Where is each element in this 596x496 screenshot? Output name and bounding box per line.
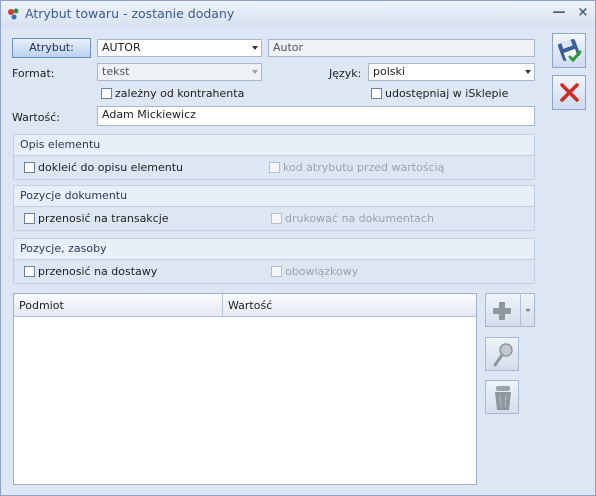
attribute-name-field: Autor bbox=[268, 39, 535, 57]
group-items-resources: Pozycje, zasoby przenosić na dostawy obo… bbox=[13, 238, 535, 284]
group-document-items: Pozycje dokumentu przenosić na transakcj… bbox=[13, 185, 535, 231]
chevron-down-icon[interactable] bbox=[525, 309, 531, 312]
format-select: tekst bbox=[97, 63, 262, 81]
delete-button[interactable] bbox=[485, 380, 519, 414]
share-eshop-label: udostępniaj w iSklepie bbox=[385, 87, 509, 100]
edit-button[interactable] bbox=[485, 337, 519, 371]
value-text: Adam Mickiewicz bbox=[102, 108, 196, 121]
entity-value-table[interactable]: Podmiot Wartość bbox=[13, 293, 477, 485]
value-field[interactable]: Adam Mickiewicz bbox=[97, 106, 535, 126]
column-divider bbox=[222, 294, 223, 316]
trash-bin-icon bbox=[495, 386, 511, 410]
split-divider bbox=[520, 294, 521, 326]
group-header: Pozycje, zasoby bbox=[14, 239, 534, 260]
append-description-label: dokleić do opisu elementu bbox=[38, 161, 184, 174]
print-documents-checkbox bbox=[271, 213, 282, 224]
required-checkbox bbox=[271, 266, 282, 277]
save-button[interactable] bbox=[552, 33, 586, 68]
attribute-code-select[interactable]: AUTOR bbox=[97, 39, 262, 57]
code-before-value-checkbox bbox=[269, 162, 280, 173]
format-label: Format: bbox=[12, 67, 55, 80]
dependent-contractor-label: zależny od kontrahenta bbox=[115, 87, 245, 100]
chevron-down-icon[interactable] bbox=[252, 46, 258, 50]
window-title: Atrybut towaru - zostanie dodany bbox=[25, 6, 235, 21]
red-x-cancel-icon bbox=[560, 83, 579, 102]
colored-dots-icon bbox=[8, 8, 19, 20]
plus-icon bbox=[493, 302, 511, 320]
transfer-deliveries-checkbox[interactable] bbox=[24, 266, 35, 277]
attribute-button[interactable]: Atrybut: bbox=[12, 38, 91, 58]
add-button[interactable] bbox=[485, 293, 535, 327]
table-header: Podmiot Wartość bbox=[14, 294, 476, 317]
chevron-down-icon bbox=[252, 70, 258, 74]
attribute-name-value: Autor bbox=[273, 41, 304, 54]
chevron-down-icon[interactable] bbox=[525, 70, 531, 74]
dialog-window: Atrybut towaru - zostanie dodany — × Atr… bbox=[0, 0, 596, 496]
minimize-button[interactable]: — bbox=[551, 5, 567, 21]
value-label: Wartość: bbox=[12, 111, 60, 124]
group-title: Opis elementu bbox=[20, 138, 101, 151]
append-description-checkbox[interactable] bbox=[24, 162, 35, 173]
language-select[interactable]: polski bbox=[368, 63, 535, 81]
dependent-contractor-checkbox[interactable] bbox=[101, 88, 112, 99]
column-header-subject[interactable]: Podmiot bbox=[19, 299, 64, 312]
language-label: Język: bbox=[329, 67, 362, 80]
print-documents-label: drukować na dokumentach bbox=[285, 212, 434, 225]
column-header-value[interactable]: Wartość bbox=[228, 299, 272, 312]
floppy-disk-save-icon bbox=[558, 39, 582, 63]
title-bar: Atrybut towaru - zostanie dodany — × bbox=[1, 1, 595, 27]
group-element-description: Opis elementu dokleić do opisu elementu … bbox=[13, 134, 535, 180]
cancel-button[interactable] bbox=[552, 75, 586, 110]
transfer-transactions-label: przenosić na transakcje bbox=[38, 212, 169, 225]
required-label: obowiązkowy bbox=[285, 265, 359, 278]
group-header: Opis elementu bbox=[14, 135, 534, 156]
transfer-deliveries-label: przenosić na dostawy bbox=[38, 265, 158, 278]
code-before-value-label: kod atrybutu przed wartością bbox=[283, 161, 445, 174]
group-title: Pozycje, zasoby bbox=[20, 242, 107, 255]
attribute-code-value: AUTOR bbox=[102, 41, 141, 54]
close-button[interactable]: × bbox=[575, 5, 591, 21]
group-header: Pozycje dokumentu bbox=[14, 186, 534, 207]
transfer-transactions-checkbox[interactable] bbox=[24, 213, 35, 224]
magnifier-icon bbox=[493, 343, 513, 367]
group-title: Pozycje dokumentu bbox=[20, 189, 128, 202]
language-value: polski bbox=[373, 65, 405, 78]
share-eshop-checkbox[interactable] bbox=[371, 88, 382, 99]
format-value: tekst bbox=[102, 65, 130, 78]
